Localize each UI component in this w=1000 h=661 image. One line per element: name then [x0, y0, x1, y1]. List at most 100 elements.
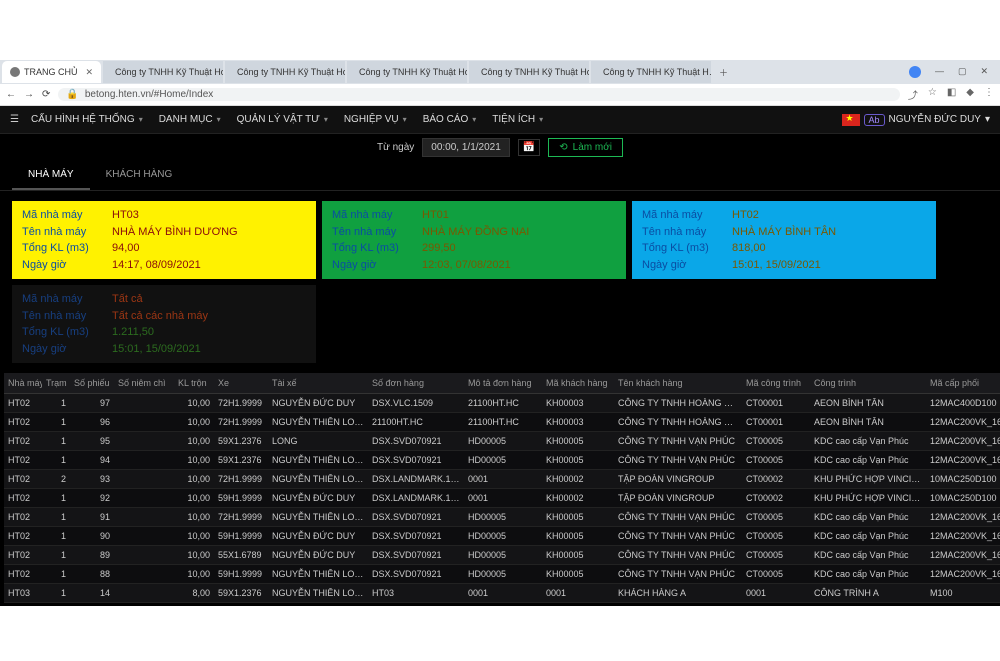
table-row[interactable]: HT0219110,0072H1.9999NGUYỄN THIÊN LONGDS…	[4, 508, 1000, 527]
browser-tab[interactable]: Công ty TNHH Kỹ Thuật Hoàng✕	[469, 61, 589, 83]
table-cell: KHU PHỨC HỢP VINCITY	[810, 470, 926, 489]
table-cell: HD00005	[464, 527, 542, 546]
table-row[interactable]: HT031148,0059X1.2376NGUYỄN THIÊN LONGHT0…	[4, 584, 1000, 603]
table-cell	[114, 470, 174, 489]
table-header[interactable]: Mô tả đơn hàng	[464, 373, 542, 394]
nav-reload-icon[interactable]: ⟳	[42, 89, 50, 100]
table-row[interactable]: HT0218910,0055X1.6789NGUYỄN ĐỨC DUYDSX.S…	[4, 546, 1000, 565]
table-cell: 10,00	[174, 508, 214, 527]
table-row[interactable]: HT0219210,0059H1.9999NGUYỄN ĐỨC DUYDSX.L…	[4, 489, 1000, 508]
table-cell: DSX.SVD070921	[368, 432, 464, 451]
menu-item[interactable]: CẤU HÌNH HỆ THỐNG▾	[23, 110, 151, 129]
app-menu-bar: ☰ CẤU HÌNH HỆ THỐNG▾DANH MỤC▾QUẢN LÝ VẬT…	[0, 106, 1000, 134]
menu-icon[interactable]: ⋮	[984, 87, 994, 102]
refresh-button[interactable]: ⟲ Làm mới	[548, 138, 623, 157]
factory-card[interactable]: Mã nhà máyHT01Tên nhà máyNHÀ MÁY ĐỒNG NA…	[322, 201, 626, 279]
table-cell: NGUYỄN ĐỨC DUY	[268, 394, 368, 413]
tab-close-icon[interactable]: ✕	[86, 67, 94, 78]
table-cell	[114, 432, 174, 451]
table-cell: 59X1.2376	[214, 432, 268, 451]
table-cell: DSX.VLC.1509	[368, 394, 464, 413]
chevron-down-icon: ▾	[985, 114, 990, 125]
table-row[interactable]: HT0219610,0072H1.9999NGUYỄN THIÊN LONG21…	[4, 413, 1000, 432]
card-label: Tên nhà máy	[332, 224, 422, 241]
table-header[interactable]: Mã công trình	[742, 373, 810, 394]
menu-item[interactable]: DANH MỤC▾	[151, 110, 229, 129]
factory-card[interactable]: Mã nhà máyHT02Tên nhà máyNHÀ MÁY BÌNH TÂ…	[632, 201, 936, 279]
table-header[interactable]: Trạm	[42, 373, 70, 394]
window-close[interactable]: ✕	[980, 66, 988, 78]
table-cell: 72H1.9999	[214, 470, 268, 489]
share-icon[interactable]: ⤴	[908, 87, 918, 102]
table-cell: 21100HT.HC	[368, 413, 464, 432]
factory-card[interactable]: Mã nhà máyHT03Tên nhà máyNHÀ MÁY BÌNH DƯ…	[12, 201, 316, 279]
window-maximize[interactable]: ▢	[958, 66, 967, 78]
nav-forward-icon[interactable]: →	[24, 89, 34, 100]
table-header[interactable]: Số đơn hàng	[368, 373, 464, 394]
table-cell: DSX.LANDMARK.1009	[368, 489, 464, 508]
table-header[interactable]: Tên khách hàng	[614, 373, 742, 394]
menu-item[interactable]: NGHIỆP VỤ▾	[336, 110, 415, 129]
ext2-icon[interactable]: ◆	[966, 87, 974, 102]
table-cell: NGUYỄN ĐỨC DUY	[268, 527, 368, 546]
hamburger-icon[interactable]: ☰	[10, 114, 19, 125]
table-header[interactable]: Xe	[214, 373, 268, 394]
table-cell: 88	[70, 565, 114, 584]
table-cell: 10MAC250D100	[926, 470, 1000, 489]
chevron-down-icon: ▾	[539, 115, 543, 124]
table-header[interactable]: Số niêm chì	[114, 373, 174, 394]
ext1-icon[interactable]: ◧	[947, 87, 956, 102]
table-cell: 10,00	[174, 451, 214, 470]
table-cell: KDC cao cấp Vạn Phúc	[810, 565, 926, 584]
table-row[interactable]: HT0219010,0059H1.9999NGUYỄN ĐỨC DUYDSX.S…	[4, 527, 1000, 546]
tab-label: TRANG CHỦ	[24, 67, 78, 77]
browser-tab[interactable]: Công ty TNHH Kỹ Thuật H…✕	[591, 61, 711, 83]
tab-factory[interactable]: NHÀ MÁY	[12, 161, 90, 190]
table-cell: DSX.SVD070921	[368, 546, 464, 565]
table-row[interactable]: HT0219710,0072H1.9999NGUYỄN ĐỨC DUYDSX.V…	[4, 394, 1000, 413]
menu-item[interactable]: BÁO CÁO▾	[415, 110, 485, 129]
table-cell: DSX.SVD070921	[368, 508, 464, 527]
browser-tab[interactable]: Công ty TNHH Kỹ Thuật Hoàng✕	[347, 61, 467, 83]
table-cell: 21100HT.HC	[464, 413, 542, 432]
table-header[interactable]: Mã cấp phối	[926, 373, 1000, 394]
table-row[interactable]: HT0219510,0059X1.2376LONGDSX.SVD070921HD…	[4, 432, 1000, 451]
menu-item[interactable]: TIỆN ÍCH▾	[484, 110, 551, 129]
menu-item-label: BÁO CÁO	[423, 114, 469, 125]
menu-item[interactable]: QUẢN LÝ VẬT TƯ▾	[229, 110, 336, 129]
window-minimize[interactable]: —	[935, 66, 944, 78]
ab-badge[interactable]: Ab	[864, 114, 885, 126]
account-icon[interactable]	[909, 66, 921, 78]
browser-tab[interactable]: Công ty TNHH Kỹ Thuật Hoàng✕	[225, 61, 345, 83]
star-icon[interactable]: ☆	[928, 87, 937, 102]
table-header[interactable]: Số phiếu	[70, 373, 114, 394]
address-bar[interactable]: 🔒 betong.hten.vn/#Home/Index	[58, 88, 899, 101]
table-row[interactable]: HT0229310,0072H1.9999NGUYỄN THIÊN LONGDS…	[4, 470, 1000, 489]
tab-customer[interactable]: KHÁCH HÀNG	[90, 161, 189, 190]
nav-back-icon[interactable]: ←	[6, 89, 16, 100]
table-cell: HT02	[4, 565, 42, 584]
user-menu[interactable]: NGUYỄN ĐỨC DUY ▾	[889, 114, 990, 125]
table-cell: HT02	[4, 546, 42, 565]
table-header[interactable]: Nhà máy	[4, 373, 42, 394]
calendar-icon[interactable]: 📅	[518, 139, 540, 156]
from-date-input[interactable]: 00:00, 1/1/2021	[422, 138, 510, 157]
user-name: NGUYỄN ĐỨC DUY	[889, 114, 981, 125]
browser-tab[interactable]: Công ty TNHH Kỹ Thuật Hoàng✕	[103, 61, 223, 83]
table-cell: KHÁCH HÀNG A	[614, 584, 742, 603]
card-value: 15:01, 15/09/2021	[112, 341, 201, 358]
new-tab-button[interactable]: ＋	[713, 66, 734, 79]
table-row[interactable]: HT0219410,0059X1.2376NGUYỄN THIÊN LONGDS…	[4, 451, 1000, 470]
factory-card[interactable]: Mã nhà máyTất cảTên nhà máyTất cả các nh…	[12, 285, 316, 363]
table-row[interactable]: HT0218810,0059H1.9999NGUYỄN THIÊN LONGDS…	[4, 565, 1000, 584]
card-row: Mã nhà máyTất cả	[22, 291, 306, 308]
card-label: Ngày giờ	[22, 341, 112, 358]
table-header[interactable]: KL trộn	[174, 373, 214, 394]
menu-item-label: CẤU HÌNH HỆ THỐNG	[31, 114, 135, 125]
flag-vn-icon[interactable]	[842, 114, 860, 126]
table-header[interactable]: Tài xế	[268, 373, 368, 394]
table-header[interactable]: Công trình	[810, 373, 926, 394]
browser-tab[interactable]: TRANG CHỦ ✕	[2, 61, 101, 83]
table-header[interactable]: Mã khách hàng	[542, 373, 614, 394]
table-cell: CT00005	[742, 508, 810, 527]
